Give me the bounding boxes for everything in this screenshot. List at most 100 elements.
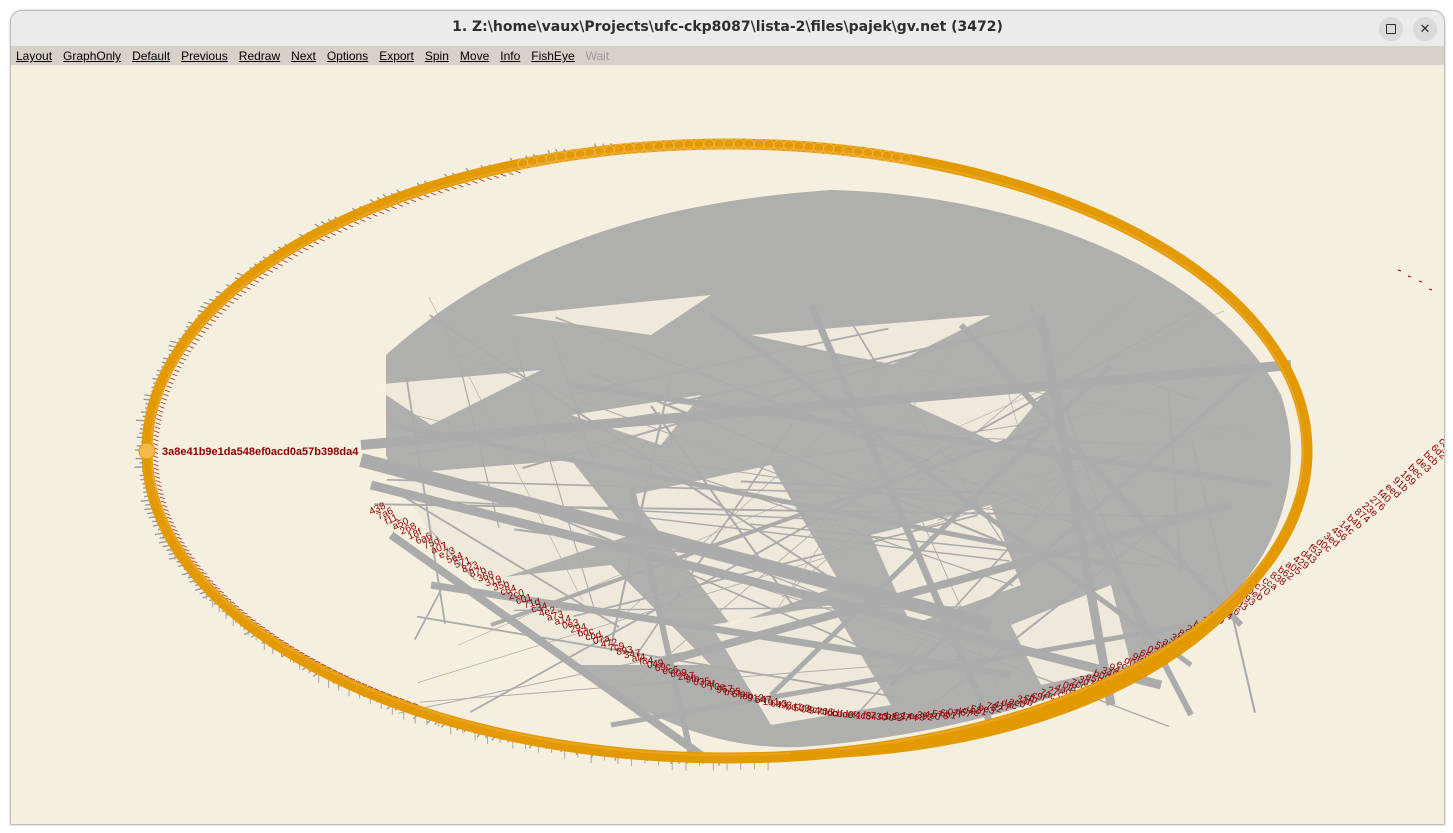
label-hair [153,438,159,442]
label-hair [430,192,437,196]
label-hair [160,500,167,504]
label-hair [391,206,397,210]
label-hair [170,377,176,381]
label-hair [203,326,210,330]
menu-layout[interactable]: Layout [11,49,57,63]
label-hair [336,229,342,233]
label-hair [197,334,203,338]
label-hair [508,172,514,176]
label-hair [165,512,171,516]
stray-label-hair [1397,269,1402,272]
label-hair [417,197,423,200]
label-hair [180,357,187,361]
label-hair [166,516,173,520]
label-hair [183,353,189,357]
menu-graphonly[interactable]: GraphOnly [58,49,126,63]
label-hair [174,369,180,373]
label-hair [272,266,278,270]
label-hair [168,381,174,385]
label-hair [191,342,197,345]
window-title: 1. Z:\home\vaux\Projects\ufc-ckp8087\lis… [452,19,1003,35]
menu-export[interactable]: Export [374,49,419,63]
highlighted-vertex[interactable] [138,442,156,460]
label-hair [297,250,304,254]
label-hair [188,345,195,349]
label-hair [174,532,181,536]
menu-bar: Layout GraphOnly Default Previous Redraw… [11,47,1444,65]
label-hair [384,208,391,212]
label-hair [172,528,178,532]
label-hair [500,173,507,177]
label-hair [210,319,216,323]
label-hair [313,241,320,245]
label-hair [378,211,384,215]
menu-spin[interactable]: Spin [420,49,454,63]
label-hair [330,232,336,236]
menu-fisheye[interactable]: FishEye [526,49,579,63]
label-hair [158,492,164,496]
label-hair [163,508,169,512]
label-hair [154,471,160,475]
maximize-button[interactable] [1379,17,1403,41]
maximize-square-icon [1386,24,1396,34]
label-hair [153,463,159,467]
label-hair [354,221,360,225]
label-hair [319,238,325,242]
menu-default[interactable]: Default [127,49,175,63]
stray-label-hair [1407,275,1412,278]
label-hair [287,256,293,260]
label-hair [437,190,443,194]
label-hair [360,219,366,222]
label-hair [154,476,161,479]
label-hair [292,253,298,257]
close-button[interactable]: ✕ [1413,17,1437,41]
label-hair [159,496,165,500]
graph-canvas[interactable]: 438 7a6 f11 a50 268 18f 6a6 75d a07 e73 5e4 571 823 8… [11,65,1444,824]
label-hair [282,260,288,263]
label-hair [254,279,260,283]
label-hair [162,504,168,508]
title-bar[interactable]: 1. Z:\home\vaux\Projects\ufc-ckp8087\lis… [11,11,1444,47]
menu-move[interactable]: Move [455,49,494,63]
menu-previous[interactable]: Previous [176,49,233,63]
label-hair [200,330,206,334]
label-hair [181,544,187,548]
label-hair [410,199,417,203]
label-hair [366,216,372,220]
label-hair [224,304,231,308]
label-hair [155,480,161,483]
network-drawing[interactable]: 4387a6f11a5026818f6a675da07e735e45718238… [11,65,1444,824]
highlighted-vertex-group[interactable]: 3a8e41b9e1da548ef0acd0a57b398da4 [138,442,359,460]
menu-wait: Wait [585,49,610,63]
label-hair [153,467,160,471]
close-x-icon: ✕ [1419,21,1431,37]
label-hair [164,389,171,393]
label-hair [194,338,200,341]
label-hair [166,385,172,389]
stray-label-hair [1428,288,1433,291]
label-hair [241,290,247,294]
label-hair [156,418,162,421]
menu-next[interactable]: Next [286,49,321,63]
label-hair [156,484,162,487]
stray-label-fragments [1397,269,1433,291]
label-hair [348,224,354,228]
label-hair [263,273,269,276]
label-hair [303,247,309,251]
label-hair [153,459,159,463]
label-hair [155,422,161,426]
menu-options[interactable]: Options [322,49,373,63]
label-hair [277,263,283,267]
label-hair [404,201,410,205]
label-hair [258,276,264,280]
label-hair [236,293,243,297]
menu-info[interactable]: Info [495,49,525,63]
label-hair [324,235,331,239]
label-hair [186,349,192,353]
label-hair [168,520,175,524]
menu-redraw[interactable]: Redraw [234,49,285,63]
label-hair [465,182,471,186]
label-hair [232,297,239,301]
label-hair [159,405,165,409]
label-hair [267,269,274,273]
